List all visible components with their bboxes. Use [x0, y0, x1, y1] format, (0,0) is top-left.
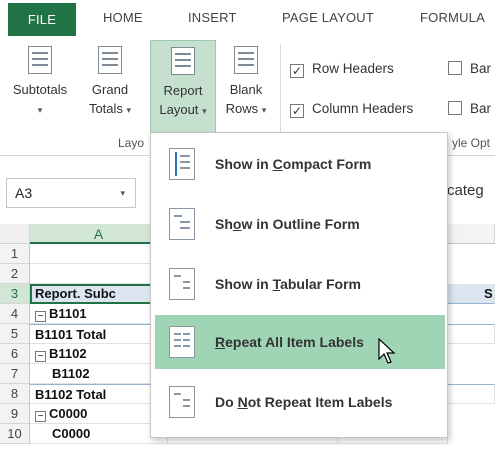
menu-item-repeat-all-item-labels[interactable]: Repeat All Item Labels	[155, 315, 445, 369]
cell-a1[interactable]	[30, 244, 168, 264]
subtotals-icon	[28, 46, 52, 74]
menu-item-label: Repeat All Item Labels	[215, 334, 364, 350]
chevron-down-icon: ▾	[37, 105, 43, 115]
banded-columns-checkbox[interactable]: Bar	[448, 100, 491, 118]
cell-a4[interactable]: − B1101	[30, 304, 168, 324]
outline-form-icon	[169, 208, 195, 240]
grand-totals-icon	[98, 46, 122, 74]
menu-item-label: Show in Outline Form	[215, 216, 360, 232]
checkbox-empty-icon	[448, 61, 462, 75]
cell-a2[interactable]	[30, 264, 168, 284]
report-layout-button[interactable]: Report Layout ▾	[150, 40, 216, 136]
row-header[interactable]: 5	[0, 324, 30, 344]
tab-insert[interactable]: INSERT	[188, 0, 237, 36]
row-header[interactable]: 7	[0, 364, 30, 384]
row-header[interactable]: 1	[0, 244, 30, 264]
banded-rows-checkbox[interactable]: Bar	[448, 60, 491, 78]
name-box[interactable]: A3 ▾	[6, 178, 136, 208]
group-label-layout: Layo	[118, 136, 145, 150]
row-header[interactable]: 3	[0, 284, 30, 304]
checkbox-empty-icon	[448, 101, 462, 115]
tabular-form-icon	[169, 268, 195, 300]
checkbox-checked-icon: ✓	[290, 104, 304, 118]
cell-s3: S	[484, 286, 493, 301]
row-header[interactable]: 2	[0, 264, 30, 284]
report-layout-menu: Show in Compact Form Show in Outline For…	[150, 132, 448, 438]
no-repeat-labels-icon	[169, 386, 195, 418]
collapse-minus-icon[interactable]: −	[35, 411, 46, 422]
row-header[interactable]: 8	[0, 384, 30, 404]
formula-bar-content[interactable]: categ	[447, 182, 484, 199]
subtotals-button[interactable]: Subtotals ▾	[4, 46, 76, 134]
row-header[interactable]: 9	[0, 404, 30, 424]
menu-item-label: Show in Tabular Form	[215, 276, 361, 292]
cell-a8[interactable]: B1102 Total	[30, 384, 168, 404]
report-layout-icon	[171, 47, 195, 75]
tab-page-layout[interactable]: PAGE LAYOUT	[282, 0, 374, 36]
blank-rows-button[interactable]: Blank Rows ▾	[218, 46, 274, 134]
repeat-labels-icon	[169, 326, 195, 358]
collapse-minus-icon[interactable]: −	[35, 311, 46, 322]
grand-totals-button[interactable]: Grand Totals ▾	[78, 46, 142, 134]
menu-item-compact-form[interactable]: Show in Compact Form	[155, 137, 445, 191]
blank-rows-icon	[234, 46, 258, 74]
collapse-minus-icon[interactable]: −	[35, 351, 46, 362]
mouse-pointer-icon	[378, 338, 396, 364]
column-headers-checkbox[interactable]: ✓ Column Headers	[290, 100, 413, 118]
row-headers-checkbox[interactable]: ✓ Row Headers	[290, 60, 394, 78]
tab-home[interactable]: HOME	[103, 0, 143, 36]
group-label-style-options: yle Opt	[452, 136, 491, 150]
chevron-down-icon: ▾	[126, 105, 132, 115]
row-header[interactable]: 10	[0, 424, 30, 444]
cell-a10[interactable]: C0000	[30, 424, 168, 444]
select-all-corner[interactable]	[0, 224, 30, 244]
ribbon-tab-bar: FILE HOME INSERT PAGE LAYOUT FORMULA	[0, 0, 495, 38]
chevron-down-icon[interactable]: ▾	[120, 179, 125, 207]
tab-file[interactable]: FILE	[8, 3, 76, 36]
menu-item-tabular-form[interactable]: Show in Tabular Form	[155, 257, 445, 311]
checkbox-checked-icon: ✓	[290, 64, 304, 78]
row-header[interactable]: 4	[0, 304, 30, 324]
tab-formulas[interactable]: FORMULA	[420, 0, 485, 36]
menu-item-do-not-repeat-item-labels[interactable]: Do Not Repeat Item Labels	[155, 375, 445, 429]
menu-item-label: Do Not Repeat Item Labels	[215, 394, 393, 410]
column-header-a[interactable]: A	[30, 224, 168, 244]
menu-item-outline-form[interactable]: Show in Outline Form	[155, 197, 445, 251]
chevron-down-icon: ▾	[202, 106, 207, 116]
cell-a7[interactable]: B1102	[30, 364, 168, 384]
menu-item-label: Show in Compact Form	[215, 156, 372, 172]
cell-a6[interactable]: − B1102	[30, 344, 168, 364]
compact-form-icon	[169, 148, 195, 180]
cell-a9[interactable]: − C0000	[30, 404, 168, 424]
cell-a5[interactable]: B1101 Total	[30, 324, 168, 344]
row-header[interactable]: 6	[0, 344, 30, 364]
chevron-down-icon: ▾	[261, 105, 267, 115]
cell-a3[interactable]: Report. Subc	[30, 284, 168, 304]
